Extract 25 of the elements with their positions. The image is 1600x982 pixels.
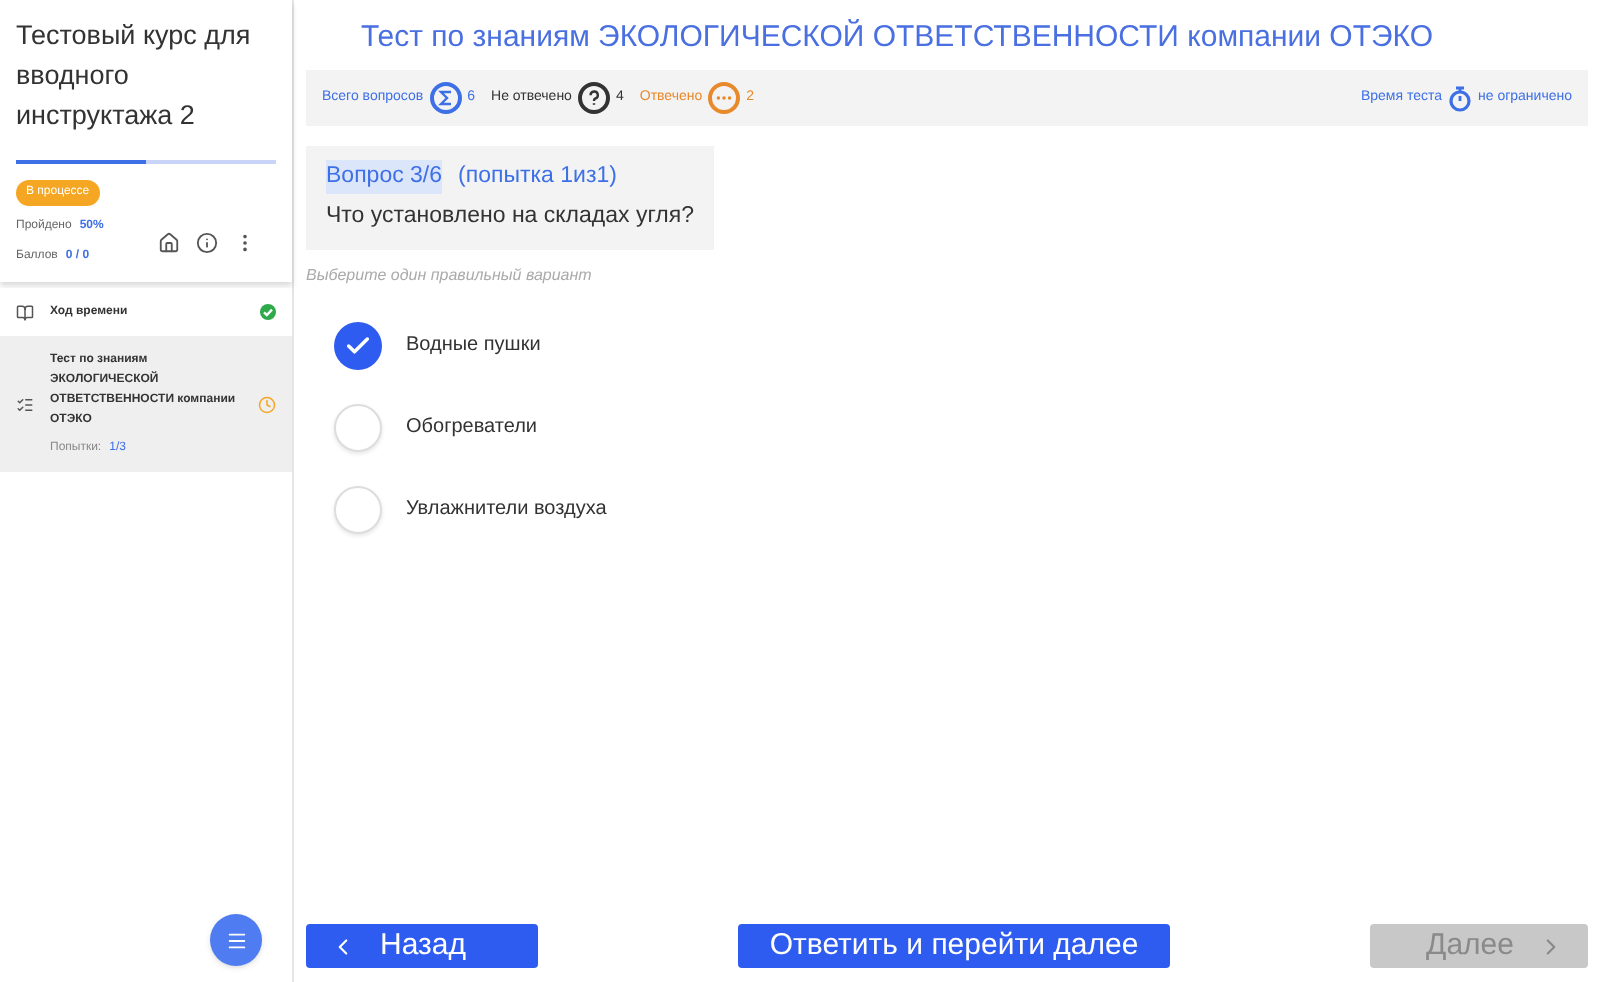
sigma-icon	[429, 82, 462, 114]
submit-button[interactable]: Ответить и перейти далее	[737, 924, 1171, 968]
book-icon	[16, 303, 34, 321]
hint-text: Выберите один правильный вариант	[306, 263, 594, 287]
home-icon[interactable]	[158, 232, 180, 254]
answer-label: Увлажнители воздуха	[406, 496, 607, 524]
list-icon	[16, 395, 34, 413]
question-number: Вопрос 3/6	[326, 160, 443, 195]
answer-radio[interactable]	[334, 403, 382, 451]
dots-icon	[708, 82, 741, 114]
course-title: Тестовый курс для вводного инструктажа 2	[16, 18, 253, 134]
test-title: Тест по знаниям ЭКОЛОГИЧЕСКОЙ ОТВЕТСТВЕННОСТИ компании ОТЭКО	[358, 17, 1436, 58]
attempt-info: (попытка 1из1)	[458, 162, 617, 192]
stopwatch-icon	[1447, 85, 1472, 111]
question-text: Что установлено на складах угля?	[326, 202, 694, 233]
menu-icon	[225, 929, 247, 951]
answer-label: Водные пушки	[406, 332, 541, 360]
back-button[interactable]: Назад	[306, 924, 538, 968]
info-icon[interactable]	[196, 232, 218, 254]
answer-radio[interactable]	[334, 321, 382, 369]
answer-label: Обогреватели	[406, 414, 537, 442]
menu-button[interactable]	[210, 914, 262, 966]
question-icon	[577, 82, 610, 114]
answer-radio[interactable]	[334, 485, 382, 533]
check-icon	[344, 331, 372, 359]
